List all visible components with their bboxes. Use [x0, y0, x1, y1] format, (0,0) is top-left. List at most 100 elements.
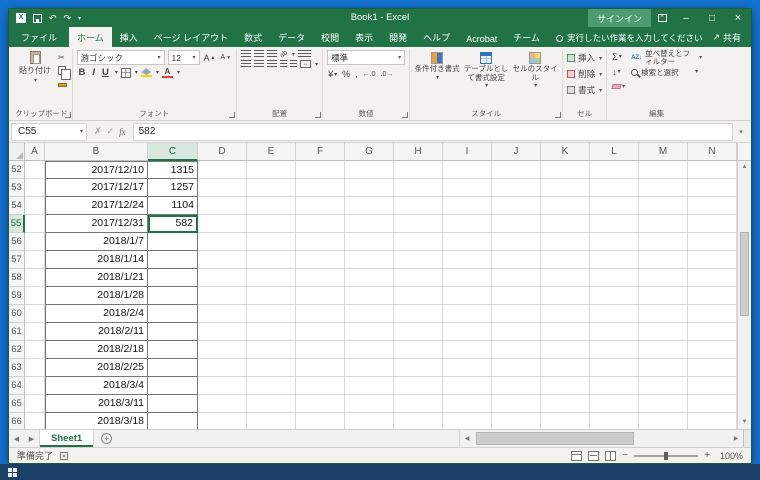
format-cells-button[interactable]: 書式 ▾ — [567, 82, 602, 98]
vertical-scroll-thumb[interactable] — [740, 232, 749, 316]
cell-C63[interactable] — [148, 359, 198, 377]
cell-H57[interactable] — [394, 251, 443, 269]
cell-D66[interactable] — [198, 413, 247, 429]
tab-ヘルプ[interactable]: ヘルプ — [415, 27, 458, 47]
column-header-A[interactable]: A — [25, 143, 45, 161]
cell-A54[interactable] — [25, 197, 45, 215]
tab-file[interactable]: ファイル — [9, 27, 69, 47]
cell-I61[interactable] — [443, 323, 492, 341]
tab-チーム[interactable]: チーム — [505, 27, 548, 47]
column-header-I[interactable]: I — [443, 143, 492, 161]
cell-K58[interactable] — [541, 269, 590, 287]
cell-E63[interactable] — [247, 359, 296, 377]
clear-button[interactable]: ▾ — [611, 80, 626, 93]
decrease-font-size-icon[interactable]: A▼ — [219, 51, 232, 65]
cell-I60[interactable] — [443, 305, 492, 323]
cell-H54[interactable] — [394, 197, 443, 215]
merge-center-icon[interactable]: ↔ — [300, 60, 311, 68]
cell-H64[interactable] — [394, 377, 443, 395]
cell-M56[interactable] — [639, 233, 688, 251]
horizontal-split-handle[interactable] — [743, 430, 751, 447]
cell-B60[interactable]: 2018/2/4 — [45, 305, 148, 323]
cell-L56[interactable] — [590, 233, 639, 251]
formula-input[interactable]: 582 — [133, 123, 733, 141]
cell-F59[interactable] — [296, 287, 345, 305]
cell-H62[interactable] — [394, 341, 443, 359]
zoom-slider[interactable] — [634, 455, 698, 457]
cell-J61[interactable] — [492, 323, 541, 341]
row-header-66[interactable]: 66 — [9, 413, 25, 429]
cell-H53[interactable] — [394, 179, 443, 197]
fill-color-options-icon[interactable]: ▾ — [156, 69, 159, 76]
scroll-down-icon[interactable]: ▼ — [738, 416, 751, 429]
align-bottom-icon[interactable] — [267, 50, 277, 58]
italic-button[interactable]: I — [90, 67, 97, 78]
cell-C57[interactable] — [148, 251, 198, 269]
cell-L55[interactable] — [590, 215, 639, 233]
align-middle-icon[interactable] — [254, 50, 264, 58]
cell-C66[interactable] — [148, 413, 198, 429]
cell-K54[interactable] — [541, 197, 590, 215]
cell-M55[interactable] — [639, 215, 688, 233]
start-button[interactable] — [0, 464, 24, 480]
cell-D64[interactable] — [198, 377, 247, 395]
cell-B64[interactable]: 2018/3/4 — [45, 377, 148, 395]
select-all-corner[interactable] — [9, 143, 25, 161]
zoom-level-label[interactable]: 100% — [720, 451, 743, 461]
cell-J62[interactable] — [492, 341, 541, 359]
sign-in-button[interactable]: サインイン — [588, 9, 651, 27]
name-box[interactable]: C55 ▾ — [11, 123, 87, 141]
cell-J55[interactable] — [492, 215, 541, 233]
column-header-L[interactable]: L — [590, 143, 639, 161]
sheet-tab-sheet1[interactable]: Sheet1 — [39, 430, 94, 447]
cell-M65[interactable] — [639, 395, 688, 413]
cell-G62[interactable] — [345, 341, 394, 359]
cell-F56[interactable] — [296, 233, 345, 251]
cell-B58[interactable]: 2018/1/21 — [45, 269, 148, 287]
cell-H52[interactable] — [394, 161, 443, 179]
cell-B66[interactable]: 2018/3/18 — [45, 413, 148, 429]
page-break-view-icon[interactable] — [605, 451, 616, 461]
cell-E56[interactable] — [247, 233, 296, 251]
cell-E52[interactable] — [247, 161, 296, 179]
cell-F62[interactable] — [296, 341, 345, 359]
cell-C53[interactable]: 1257 — [148, 179, 198, 197]
cell-B59[interactable]: 2018/1/28 — [45, 287, 148, 305]
tab-ホーム[interactable]: ホーム — [69, 27, 112, 47]
customize-qat-icon[interactable]: ▾ — [78, 15, 81, 22]
cell-L53[interactable] — [590, 179, 639, 197]
cell-J66[interactable] — [492, 413, 541, 429]
cell-M60[interactable] — [639, 305, 688, 323]
cell-F55[interactable] — [296, 215, 345, 233]
page-layout-view-icon[interactable] — [588, 451, 599, 461]
zoom-slider-thumb[interactable] — [664, 452, 668, 460]
bold-button[interactable]: B — [77, 67, 88, 78]
row-header-56[interactable]: 56 — [9, 233, 25, 251]
cell-G65[interactable] — [345, 395, 394, 413]
cell-F66[interactable] — [296, 413, 345, 429]
cell-K61[interactable] — [541, 323, 590, 341]
cell-C55[interactable]: 582 — [148, 215, 198, 233]
autosum-button[interactable]: Σ▾ — [611, 50, 626, 63]
cell-A59[interactable] — [25, 287, 45, 305]
cell-G66[interactable] — [345, 413, 394, 429]
font-color-options-icon[interactable]: ▾ — [177, 69, 180, 76]
cell-J56[interactable] — [492, 233, 541, 251]
row-header-53[interactable]: 53 — [9, 179, 25, 197]
font-color-button[interactable]: A — [162, 68, 173, 78]
cell-M59[interactable] — [639, 287, 688, 305]
scroll-up-icon[interactable]: ▲ — [738, 161, 751, 174]
increase-font-size-icon[interactable]: A▲ — [203, 51, 217, 65]
cell-C56[interactable] — [148, 233, 198, 251]
cell-E53[interactable] — [247, 179, 296, 197]
cell-L52[interactable] — [590, 161, 639, 179]
cell-L65[interactable] — [590, 395, 639, 413]
column-header-B[interactable]: B — [45, 143, 148, 161]
cell-G56[interactable] — [345, 233, 394, 251]
cell-N58[interactable] — [688, 269, 737, 287]
find-select-button[interactable]: 検索と選択 ▾ — [631, 69, 702, 77]
horizontal-scrollbar[interactable]: ◀ ▶ — [459, 430, 751, 447]
dialog-launcher-clipboard-icon[interactable] — [65, 112, 71, 118]
tab-開発[interactable]: 開発 — [381, 27, 415, 47]
cell-J57[interactable] — [492, 251, 541, 269]
